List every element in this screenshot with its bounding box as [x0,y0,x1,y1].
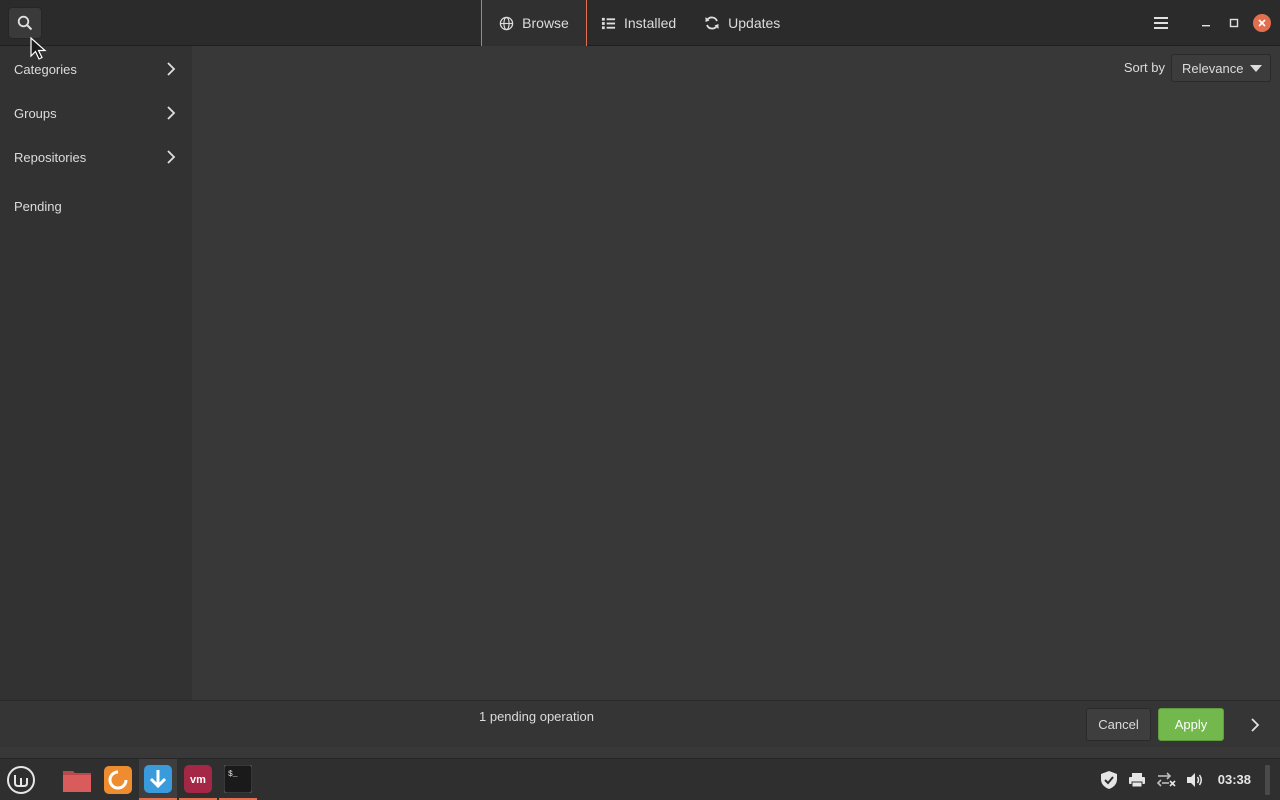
volume-icon[interactable] [1186,772,1204,788]
hamburger-menu-button[interactable] [1144,7,1178,39]
show-desktop-button[interactable] [1265,764,1270,795]
shield-icon[interactable] [1100,770,1118,790]
cancel-button[interactable]: Cancel [1086,708,1151,741]
apply-button[interactable]: Apply [1158,708,1224,741]
files-icon [63,770,91,792]
mint-menu-button[interactable] [5,764,37,796]
sidebar-item-label: Pending [14,198,62,214]
close-icon [1253,14,1271,32]
software-manager-icon [144,764,172,793]
launcher-software-manager[interactable] [139,759,177,800]
tab-installed[interactable]: Installed [587,0,690,46]
sidebar: Categories Groups Repositories Pending [0,46,192,700]
printer-icon[interactable] [1128,772,1146,788]
terminal-icon: $_ [224,764,252,793]
launcher-terminal[interactable]: $_ [219,759,257,800]
sidebar-item-label: Groups [14,105,57,121]
svg-text:$_: $_ [228,770,238,779]
details-expand-button[interactable] [1245,715,1265,735]
sidebar-item-groups[interactable]: Groups [0,91,192,135]
svg-text:vm: vm [190,774,206,786]
maximize-icon [1229,18,1239,28]
refresh-icon [705,16,719,30]
pending-status: 1 pending operation [479,709,594,724]
system-tray: 03:38 [1100,759,1270,800]
tab-updates[interactable]: Updates [690,0,794,46]
sidebar-item-pending[interactable]: Pending [0,184,192,228]
chevron-right-icon [167,62,176,76]
close-button[interactable] [1248,9,1276,37]
network-disconnected-icon[interactable] [1156,771,1176,788]
hamburger-icon [1154,17,1168,29]
window-controls [1144,0,1280,46]
chevron-right-icon [167,106,176,120]
firefox-icon [104,765,132,794]
tab-updates-label: Updates [728,15,781,31]
sidebar-item-label: Repositories [14,149,87,165]
tab-browse[interactable]: Browse [481,0,587,46]
search-button[interactable] [8,7,42,39]
search-icon [17,15,33,31]
sort-by-label: Sort by [1123,60,1165,75]
launcher-firefox[interactable] [99,759,137,800]
clock[interactable]: 03:38 [1218,772,1251,787]
main-content: Sort by Relevance [192,46,1280,700]
view-tabs: Browse Installed Updates [481,0,794,46]
globe-icon [499,16,514,30]
launcher-files[interactable] [58,759,96,800]
header-bar: Browse Installed Updates [0,0,1280,46]
mint-logo-icon [7,766,35,794]
sort-by-dropdown[interactable]: Relevance [1171,54,1271,82]
taskbar: vm $_ 03:38 [0,758,1280,800]
list-icon [601,17,616,29]
sidebar-item-repositories[interactable]: Repositories [0,135,192,179]
chevron-right-icon [1251,718,1260,732]
maximize-button[interactable] [1220,9,1248,37]
chevron-right-icon [167,150,176,164]
dropdown-arrow-icon [1250,65,1262,72]
action-bar: 1 pending operation Cancel Apply [0,700,1280,747]
sidebar-item-categories[interactable]: Categories [0,47,192,91]
tab-browse-label: Browse [522,15,569,31]
minimize-button[interactable] [1192,9,1220,37]
vmware-icon: vm [184,764,212,793]
minimize-icon [1202,25,1210,27]
tab-installed-label: Installed [624,15,677,31]
sort-by-value: Relevance [1182,60,1244,76]
launcher-vmware[interactable]: vm [179,759,217,800]
sidebar-item-label: Categories [14,61,77,77]
